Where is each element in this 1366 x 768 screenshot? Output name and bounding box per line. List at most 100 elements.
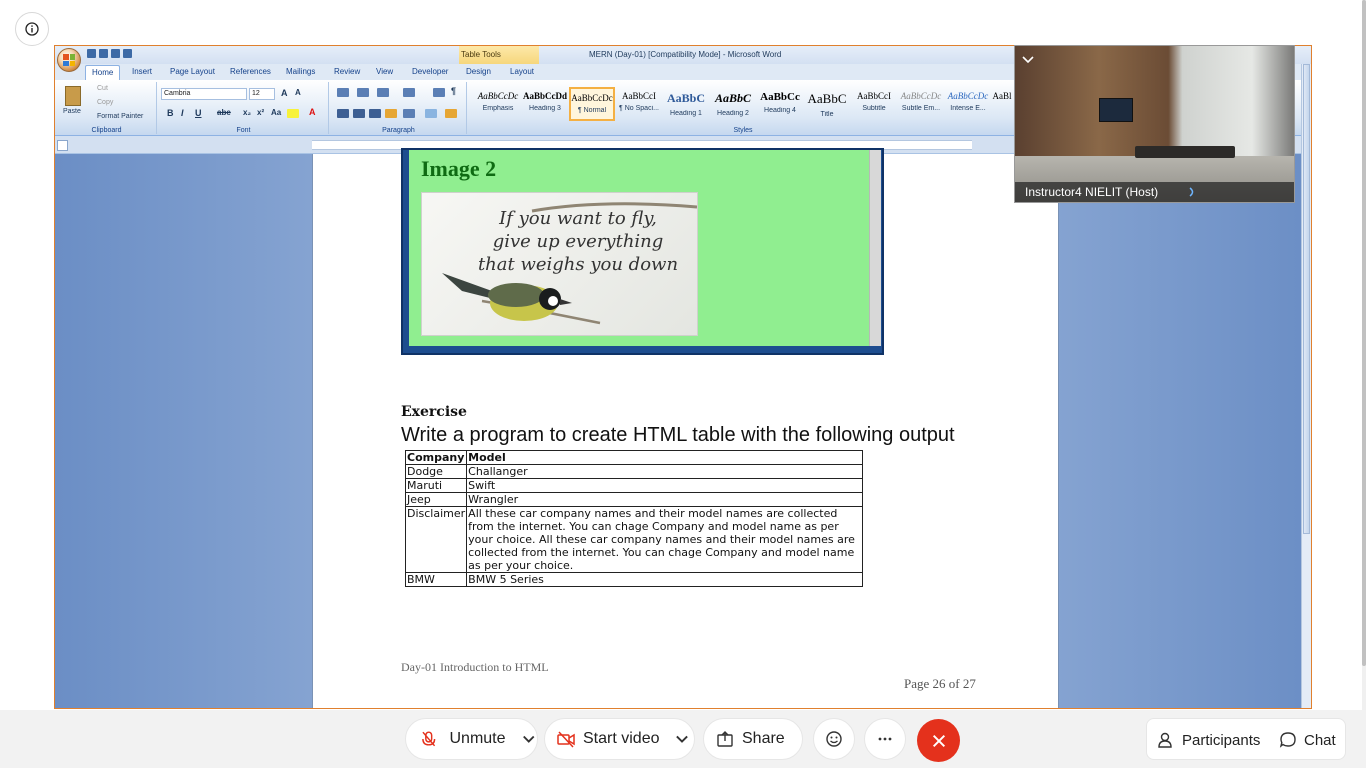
cut-button[interactable]: Cut [97,85,108,92]
undo-icon[interactable] [99,49,108,58]
table-tools-label: Table Tools [459,46,539,64]
print-preview-icon[interactable] [123,49,132,58]
grow-font-icon[interactable]: A [281,88,288,98]
style-subtle-emphasis[interactable]: AaBbCcDc Subtle Em... [898,87,944,121]
tab-home[interactable]: Home [85,65,121,81]
table-row: Maruti Swift [404,478,863,493]
table-cell: BMW 5 Series [466,572,863,587]
table-cell: Dodge [404,464,468,479]
change-case-icon[interactable]: Aa [271,108,281,117]
style-heading-1[interactable]: AaBbC Heading 1 [663,87,709,121]
start-video-label: Start video [583,730,660,747]
leave-meeting-button[interactable] [917,719,960,762]
redo-icon[interactable] [111,49,120,58]
image-panel: Image 2 If you want to fly, give up ever… [409,150,881,346]
align-center-icon[interactable] [353,109,365,118]
italic-icon[interactable]: I [181,108,184,118]
style-heading-2[interactable]: AaBbC Heading 2 [710,87,756,121]
chat-button[interactable]: Chat [1279,719,1336,761]
format-painter-button[interactable]: Format Painter [97,113,143,120]
chevron-down-icon[interactable] [1021,54,1035,66]
borders-icon[interactable] [445,109,457,118]
share-icon [717,731,733,747]
page-scrollbar[interactable] [1362,0,1366,768]
close-icon [932,734,945,747]
office-button[interactable] [57,48,81,72]
reactions-button[interactable] [813,718,855,760]
table-cell: Wrangler [466,492,863,507]
font-color-icon[interactable]: A [309,107,316,117]
copy-button[interactable]: Copy [97,99,113,106]
info-button[interactable] [15,12,49,46]
style-heading-4[interactable]: AaBbCc Heading 4 [757,87,803,121]
document-canvas: Image 2 If you want to fly, give up ever… [55,148,1311,708]
indent-icon[interactable] [403,88,415,97]
share-button[interactable]: Share [703,718,803,760]
unmute-button[interactable]: Unmute [405,718,538,760]
shading-icon[interactable] [425,109,437,118]
paste-button[interactable]: Paste [63,108,81,115]
page-number: Page 26 of 27 [904,676,976,691]
save-icon[interactable] [87,49,96,58]
tab-review[interactable]: Review [334,67,360,76]
tab-design[interactable]: Design [466,67,491,76]
tab-insert[interactable]: Insert [132,67,152,76]
participants-icon [1158,732,1172,748]
style-heading-3[interactable]: AaBbCcDd Heading 3 [522,87,568,121]
chevron-down-icon[interactable] [673,730,691,748]
tab-view[interactable]: View [376,67,393,76]
tab-layout[interactable]: Layout [510,67,534,76]
style-normal[interactable]: AaBbCcDc ¶ Normal [569,87,615,121]
multilevel-list-icon[interactable] [377,88,389,97]
align-right-icon[interactable] [369,109,381,118]
superscript-icon[interactable]: x² [257,108,264,117]
table-header-row: Company Model [404,450,863,465]
bold-icon[interactable]: B [167,108,174,118]
quote-line: that weighs you down [477,254,679,275]
bullets-icon[interactable] [337,88,349,97]
font-size-field[interactable]: 12 [249,88,275,100]
numbering-icon[interactable] [357,88,369,97]
strikethrough-icon[interactable]: abe [217,108,231,117]
style-more[interactable]: AaBl [992,87,1012,121]
style-no-spacing[interactable]: AaBbCcI ¶ No Spaci... [616,87,662,121]
vertical-scrollbar[interactable] [1301,64,1311,708]
tab-selector[interactable] [57,140,68,151]
style-emphasis[interactable]: AaBbCcDc Emphasis [475,87,521,121]
scroll-thumb[interactable] [1303,64,1310,534]
participant-video[interactable]: Instructor4 NIELIT (Host) [1014,45,1295,203]
justify-icon[interactable] [385,109,397,118]
page-scroll-thumb[interactable] [1362,0,1366,666]
table-cell: Challanger [466,464,863,479]
style-title[interactable]: AaBbC Title [804,87,850,121]
underline-icon[interactable]: U [195,108,202,118]
start-video-button[interactable]: Start video [544,718,695,760]
align-left-icon[interactable] [337,109,349,118]
chevron-down-icon[interactable] [520,730,537,748]
tab-page-layout[interactable]: Page Layout [170,67,215,76]
show-marks-icon[interactable]: ¶ [451,86,456,96]
sort-icon[interactable] [433,88,445,97]
subscript-icon[interactable]: x₂ [243,108,251,117]
image-scrollbar[interactable] [869,150,881,346]
participants-button[interactable]: Participants [1157,719,1260,761]
styles-group: AaBbCcDc Emphasis AaBbCcDd Heading 3 AaBbC… [469,82,1017,134]
office-logo-icon [63,54,75,66]
line-spacing-icon[interactable] [403,109,415,118]
tab-references[interactable]: References [230,67,271,76]
highlight-icon[interactable] [287,109,299,118]
style-intense-emphasis[interactable]: AaBbCcDc Intense E... [945,87,991,121]
table-cell: Maruti [404,478,468,493]
more-options-button[interactable] [864,718,906,760]
unmute-label: Unmute [449,730,506,747]
tab-developer[interactable]: Developer [412,67,448,76]
participant-name-bar: Instructor4 NIELIT (Host) [1015,182,1294,202]
shrink-font-icon[interactable]: A [295,88,301,97]
exercise-heading: Exercise [401,404,467,420]
font-group: Cambria 12 A A B I U abe x₂ x² Aa A Font [159,82,329,134]
tab-mailings[interactable]: Mailings [286,67,315,76]
table-row: Dodge Challanger [404,464,863,479]
style-subtitle[interactable]: AaBbCcI Subtitle [851,87,897,121]
styles-label: Styles [733,127,753,134]
font-name-field[interactable]: Cambria [161,88,247,100]
